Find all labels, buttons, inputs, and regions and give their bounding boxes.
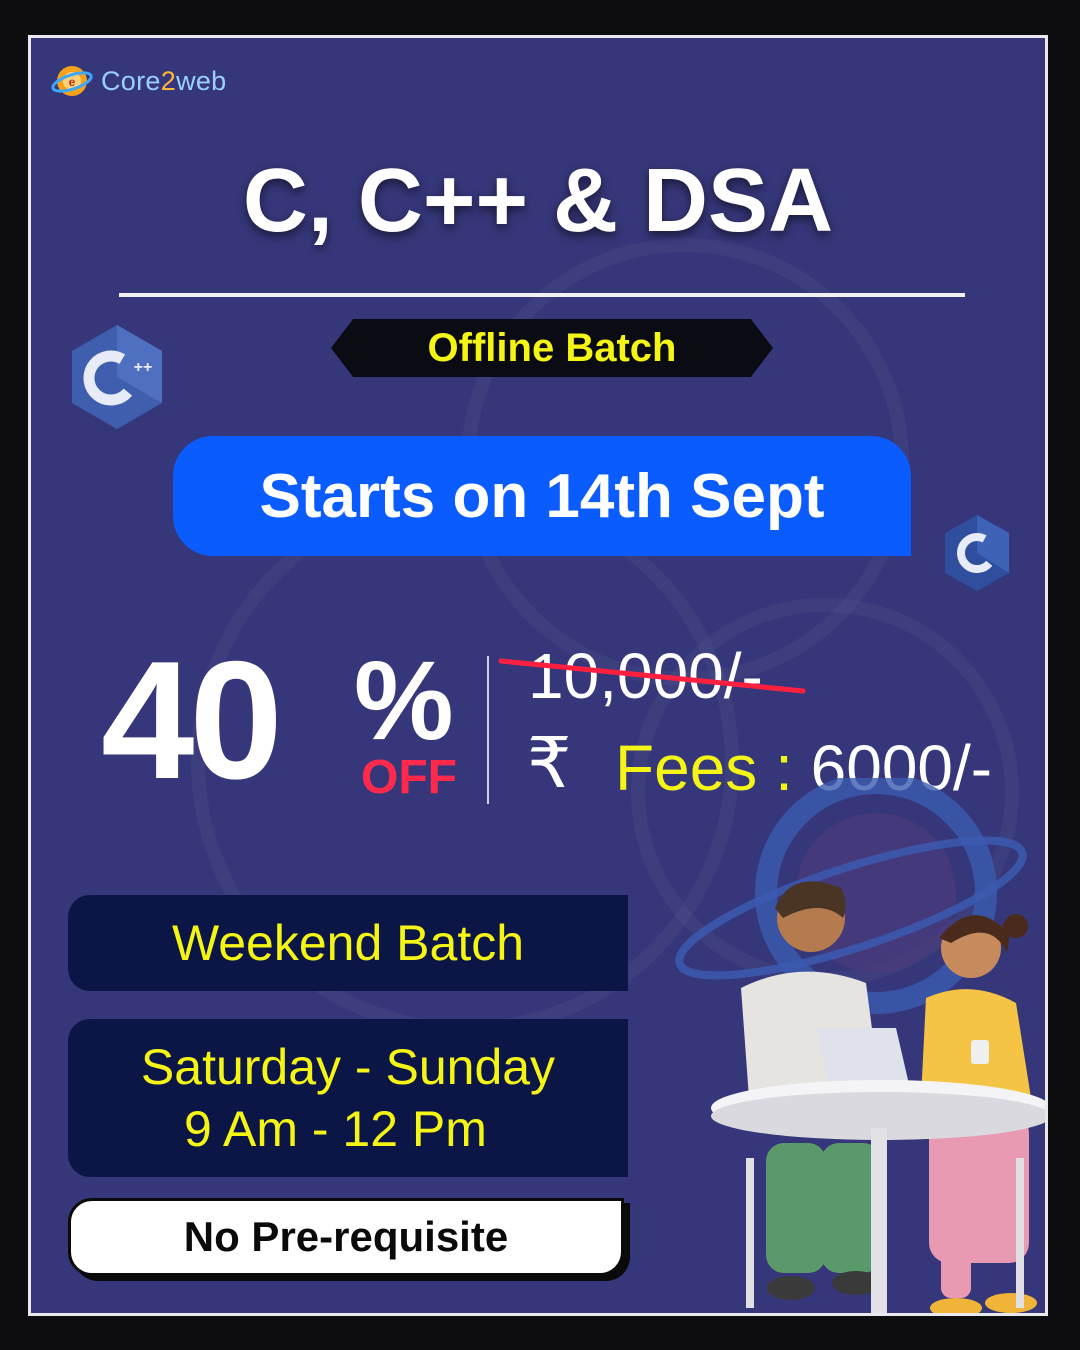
prerequisite-label: No Pre-requisite — [183, 1213, 509, 1260]
weekend-batch-label: Weekend Batch — [171, 915, 525, 971]
svg-text:e: e — [69, 75, 76, 89]
schedule-time: 9 Am - 12 Pm — [184, 1101, 487, 1157]
svg-text:++: ++ — [134, 359, 153, 376]
title-divider — [119, 293, 965, 297]
discount-percent-sign: % — [354, 638, 454, 763]
schedule-panel: Saturday - Sunday 9 Am - 12 Pm — [68, 1019, 628, 1177]
weekend-batch-panel: Weekend Batch — [68, 895, 628, 991]
students-at-table-illustration — [675, 778, 1045, 1313]
strikethrough-line — [498, 658, 806, 694]
price-divider — [487, 656, 489, 804]
rupee-icon: ₹ — [527, 724, 572, 802]
prerequisite-badge: No Pre-requisite — [68, 1198, 624, 1276]
brand-name: Core2web — [101, 65, 227, 96]
offline-batch-badge: Offline Batch — [331, 319, 773, 377]
cpp-logo-icon: ++ — [67, 322, 167, 432]
schedule-days: Saturday - Sunday — [140, 1038, 556, 1095]
start-date-banner: Starts on 14th Sept — [173, 436, 911, 556]
offline-batch-label: Offline Batch — [427, 325, 677, 370]
course-title: C, C++ & DSA — [242, 151, 834, 251]
poster: e Core2web C, C++ & DSA Offline Batch ++… — [28, 35, 1048, 1316]
discount-value: 40 — [101, 626, 283, 814]
c-logo-icon — [941, 513, 1013, 593]
brand-logo: e Core2web — [51, 60, 227, 102]
core2web-logo-icon: e — [51, 60, 93, 102]
start-date-text: Starts on 14th Sept — [259, 461, 825, 531]
discount-off-label: OFF — [361, 751, 457, 804]
